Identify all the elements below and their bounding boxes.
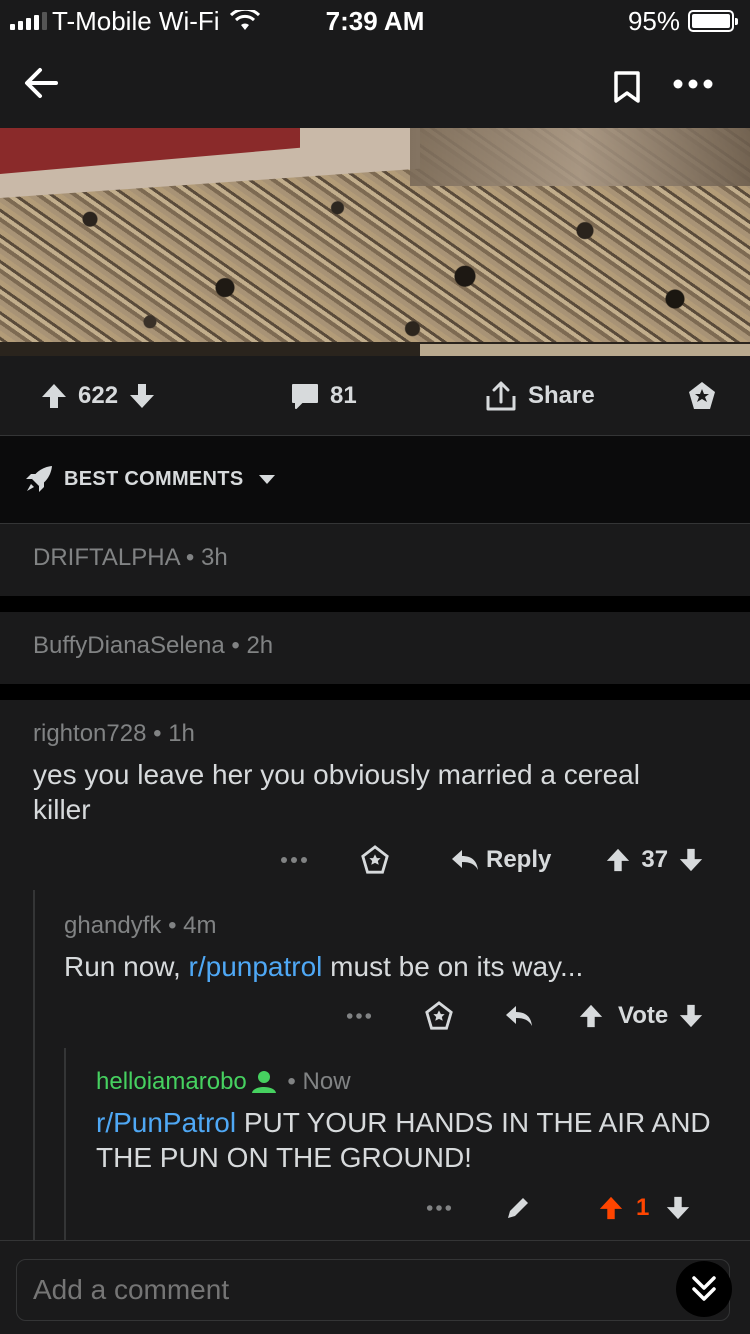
- comment-score: 37: [641, 846, 669, 873]
- comment-thread: righton728 • 1h yes you leave her you ob…: [0, 700, 750, 1240]
- top-nav: [0, 40, 750, 128]
- share-icon: [486, 381, 516, 411]
- comment-age: 4m: [183, 912, 217, 939]
- comment-author[interactable]: helloiamarobo: [96, 1068, 247, 1096]
- comment-score: 1: [636, 1194, 650, 1221]
- comment-meta: DRIFTALPHA • 3h: [33, 544, 228, 571]
- vote-label: Vote: [618, 1002, 669, 1029]
- comment-bubble-icon: [292, 384, 318, 409]
- comment-age: 2h: [246, 632, 274, 659]
- status-bar: T-Mobile Wi-Fi 7:39 AM 95%: [0, 0, 750, 40]
- post-vote-group: 622: [40, 376, 156, 416]
- user-icon: [251, 1071, 276, 1093]
- comment-text: must be on its way...: [322, 951, 584, 982]
- comment-divider: [0, 596, 750, 612]
- comment-author[interactable]: righton728: [33, 720, 146, 747]
- add-comment-input[interactable]: [16, 1259, 730, 1321]
- award-icon[interactable]: [360, 845, 390, 875]
- comment-body: Run now, r/punpatrol must be on its way.…: [64, 949, 704, 984]
- comment-age: 1h: [168, 720, 195, 747]
- comment-actions: Vote: [346, 998, 704, 1034]
- comment-text: Run now,: [64, 951, 189, 982]
- back-arrow-icon[interactable]: [20, 62, 62, 104]
- comment-age: Now: [302, 1068, 351, 1095]
- upvote-icon[interactable]: [578, 1003, 604, 1029]
- post-action-bar: 622 81 Share: [0, 356, 750, 436]
- more-icon[interactable]: [426, 1204, 452, 1212]
- award-icon: [689, 382, 715, 409]
- battery-percent: 95%: [627, 6, 680, 36]
- collapsed-comment[interactable]: BuffyDianaSelena • 2h: [0, 612, 750, 684]
- subreddit-link[interactable]: r/punpatrol: [189, 951, 323, 982]
- comment-count: 81: [330, 382, 357, 409]
- upvote-icon[interactable]: [605, 847, 631, 873]
- share-label: Share: [528, 382, 595, 409]
- more-icon[interactable]: [672, 76, 714, 92]
- award-button[interactable]: [686, 376, 718, 416]
- thread-line[interactable]: [33, 890, 35, 1240]
- comment-age: 3h: [201, 544, 228, 571]
- comment-body: yes you leave her you obviously married …: [33, 759, 640, 825]
- reply-button[interactable]: Reply: [486, 846, 551, 874]
- compose-bar: [0, 1240, 750, 1334]
- reply-icon[interactable]: [504, 1004, 534, 1028]
- double-chevron-down-icon: [692, 1276, 716, 1301]
- battery-icon: [688, 10, 738, 32]
- share-button[interactable]: Share: [484, 376, 595, 416]
- counter-edge-tan: [420, 344, 750, 356]
- post-image[interactable]: [0, 128, 750, 356]
- comment-divider: [0, 684, 750, 700]
- upvote-icon[interactable]: [598, 1195, 624, 1221]
- award-icon[interactable]: [424, 1001, 454, 1031]
- jump-next-button[interactable]: [676, 1261, 732, 1317]
- comments-button[interactable]: 81: [290, 376, 357, 416]
- comment-author[interactable]: DRIFTALPHA: [33, 544, 179, 571]
- more-icon[interactable]: [280, 856, 308, 864]
- collapsed-comment[interactable]: DRIFTALPHA • 3h: [0, 524, 750, 596]
- comment-meta: BuffyDianaSelena • 2h: [33, 632, 274, 659]
- thread-line[interactable]: [64, 1048, 66, 1240]
- comment-body: r/PunPatrol PUT YOUR HANDS IN THE AIR AN…: [96, 1105, 716, 1175]
- upvote-icon[interactable]: [40, 382, 68, 410]
- comment-actions: 1: [426, 1190, 691, 1226]
- downvote-icon[interactable]: [678, 1003, 704, 1029]
- comment-meta: ghandyfk • 4m: [64, 912, 217, 939]
- bookmark-icon[interactable]: [612, 70, 642, 104]
- more-icon[interactable]: [346, 1012, 372, 1020]
- reply-icon: [452, 850, 478, 870]
- comment-author[interactable]: BuffyDianaSelena: [33, 632, 225, 659]
- downvote-icon[interactable]: [678, 847, 704, 873]
- subreddit-link[interactable]: r/PunPatrol: [96, 1107, 236, 1138]
- edit-pencil-icon[interactable]: [504, 1194, 532, 1222]
- comment-meta: helloiamarobo • Now: [96, 1068, 351, 1096]
- post-score: 622: [78, 382, 119, 409]
- rocket-icon: [26, 466, 52, 492]
- downvote-icon[interactable]: [128, 382, 156, 410]
- chevron-down-icon: [259, 475, 275, 484]
- comment-meta: righton728 • 1h: [33, 720, 195, 747]
- downvote-icon[interactable]: [665, 1195, 691, 1221]
- comment-actions: Reply 37: [280, 842, 704, 878]
- comment-sort-bar[interactable]: BEST COMMENTS: [0, 436, 750, 524]
- sort-label: BEST COMMENTS: [64, 468, 244, 490]
- comment-author[interactable]: ghandyfk: [64, 912, 161, 939]
- cereal-bag: [410, 128, 750, 186]
